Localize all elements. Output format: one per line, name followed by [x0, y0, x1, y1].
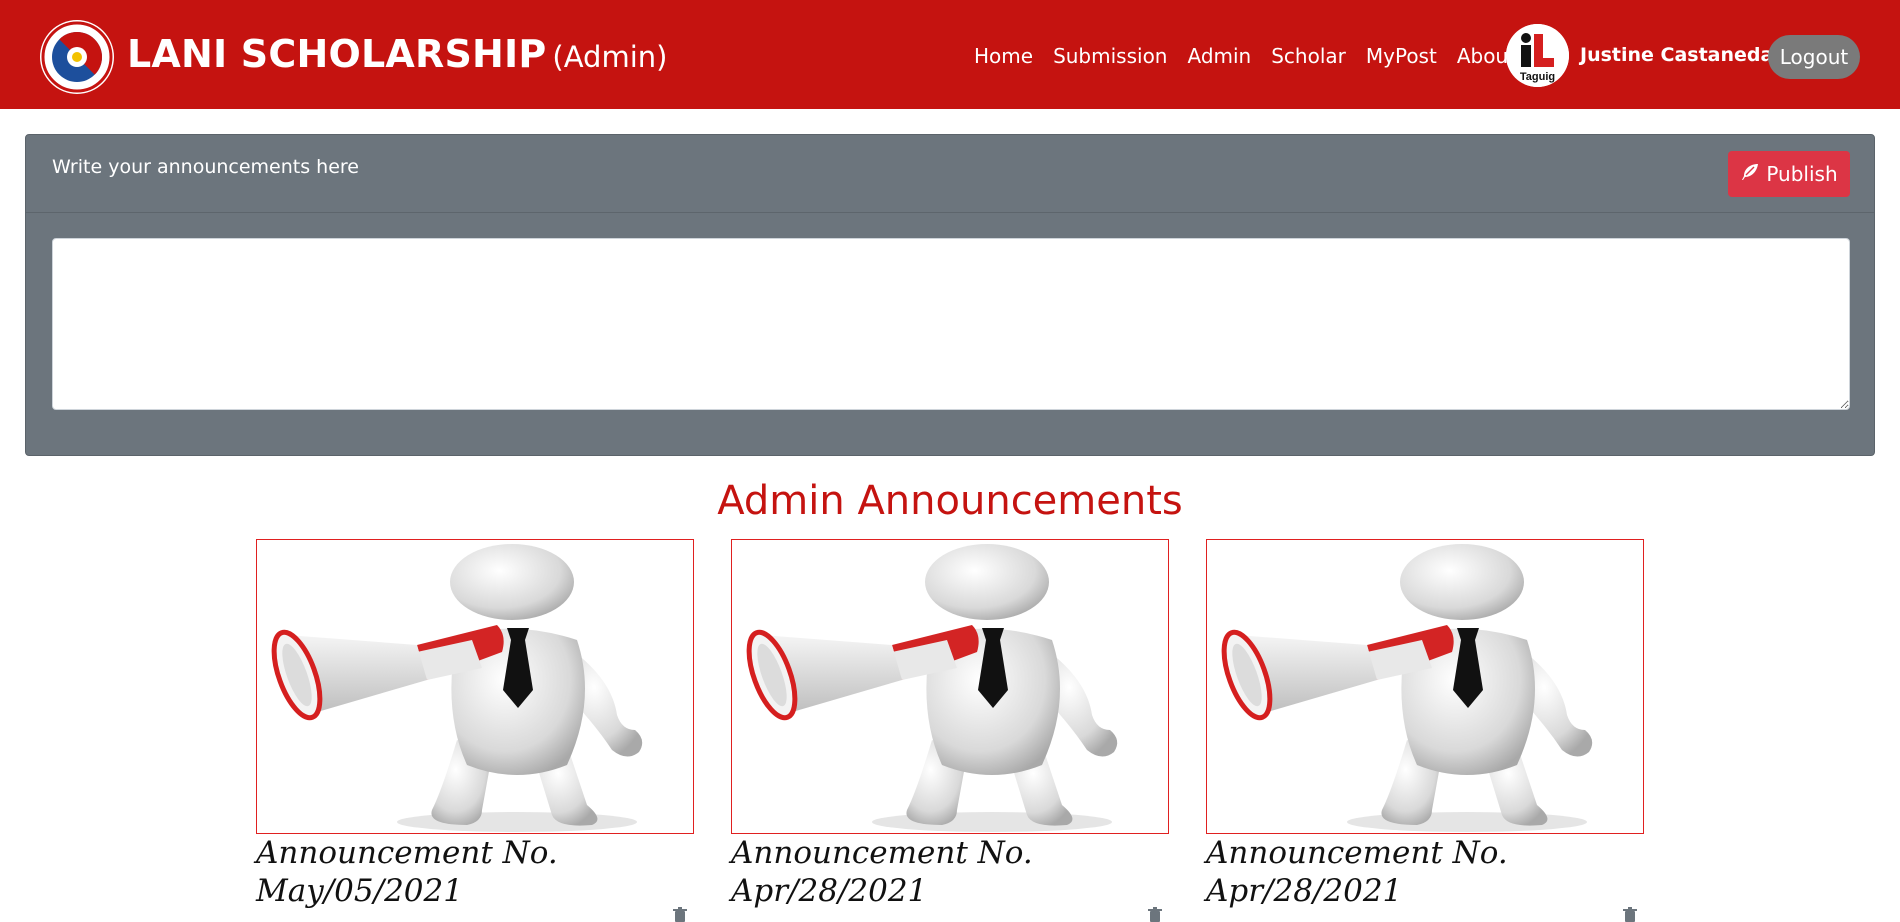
logo-label: Taguig — [1520, 71, 1555, 83]
nav-scholar[interactable]: Scholar — [1271, 44, 1346, 68]
post-illustration — [1207, 540, 1644, 834]
post-title-line1: Announcement No. — [256, 835, 558, 871]
user-name: Justine Castaneda — [1580, 44, 1774, 66]
main-nav: Home Submission Admin Scholar MyPost Abo… — [974, 44, 1516, 68]
post-title-line1: Announcement No. — [731, 835, 1033, 871]
post-title-line2: Apr/28/2021 — [1206, 873, 1403, 909]
trash-icon[interactable] — [1147, 907, 1163, 922]
city-seal-logo[interactable] — [40, 20, 114, 94]
post-illustration — [257, 540, 694, 834]
megaphone-man-image — [731, 539, 1169, 834]
taguig-avatar-logo: Taguig — [1506, 24, 1569, 87]
feather-icon — [1740, 162, 1760, 187]
editor-label: Write your announcements here — [52, 156, 359, 178]
brand-subtitle: (Admin) — [552, 40, 668, 74]
navbar: LANI SCHOLARSHIP (Admin) Home Submission … — [0, 0, 1900, 109]
post-title-line2: Apr/28/2021 — [731, 873, 928, 909]
post-title-line1: Announcement No. — [1206, 835, 1508, 871]
announcement-post[interactable]: Announcement No. Apr/28/2021 — [1206, 539, 1644, 922]
logout-button[interactable]: Logout — [1768, 35, 1860, 79]
nav-mypost[interactable]: MyPost — [1366, 44, 1437, 68]
post-title-line2: May/05/2021 — [256, 873, 463, 909]
brand[interactable]: LANI SCHOLARSHIP (Admin) — [127, 32, 667, 76]
announcement-post[interactable]: Announcement No. Apr/28/2021 — [731, 539, 1169, 922]
post-illustration — [732, 540, 1169, 834]
announcement-textarea[interactable] — [52, 238, 1850, 410]
nav-admin[interactable]: Admin — [1187, 44, 1251, 68]
editor-header: Write your announcements here Publish — [26, 135, 1874, 213]
publish-label: Publish — [1766, 162, 1838, 186]
section-heading: Admin Announcements — [717, 478, 1183, 524]
nav-home[interactable]: Home — [974, 44, 1033, 68]
publish-button[interactable]: Publish — [1728, 151, 1850, 197]
megaphone-man-image — [1206, 539, 1644, 834]
brand-title: LANI SCHOLARSHIP — [127, 32, 547, 76]
trash-icon[interactable] — [672, 907, 688, 922]
trash-icon[interactable] — [1622, 907, 1638, 922]
nav-submission[interactable]: Submission — [1053, 44, 1167, 68]
announcement-editor-card: Write your announcements here Publish — [25, 134, 1875, 456]
megaphone-man-image — [256, 539, 694, 834]
announcement-post[interactable]: Announcement No. May/05/2021 — [256, 539, 694, 922]
